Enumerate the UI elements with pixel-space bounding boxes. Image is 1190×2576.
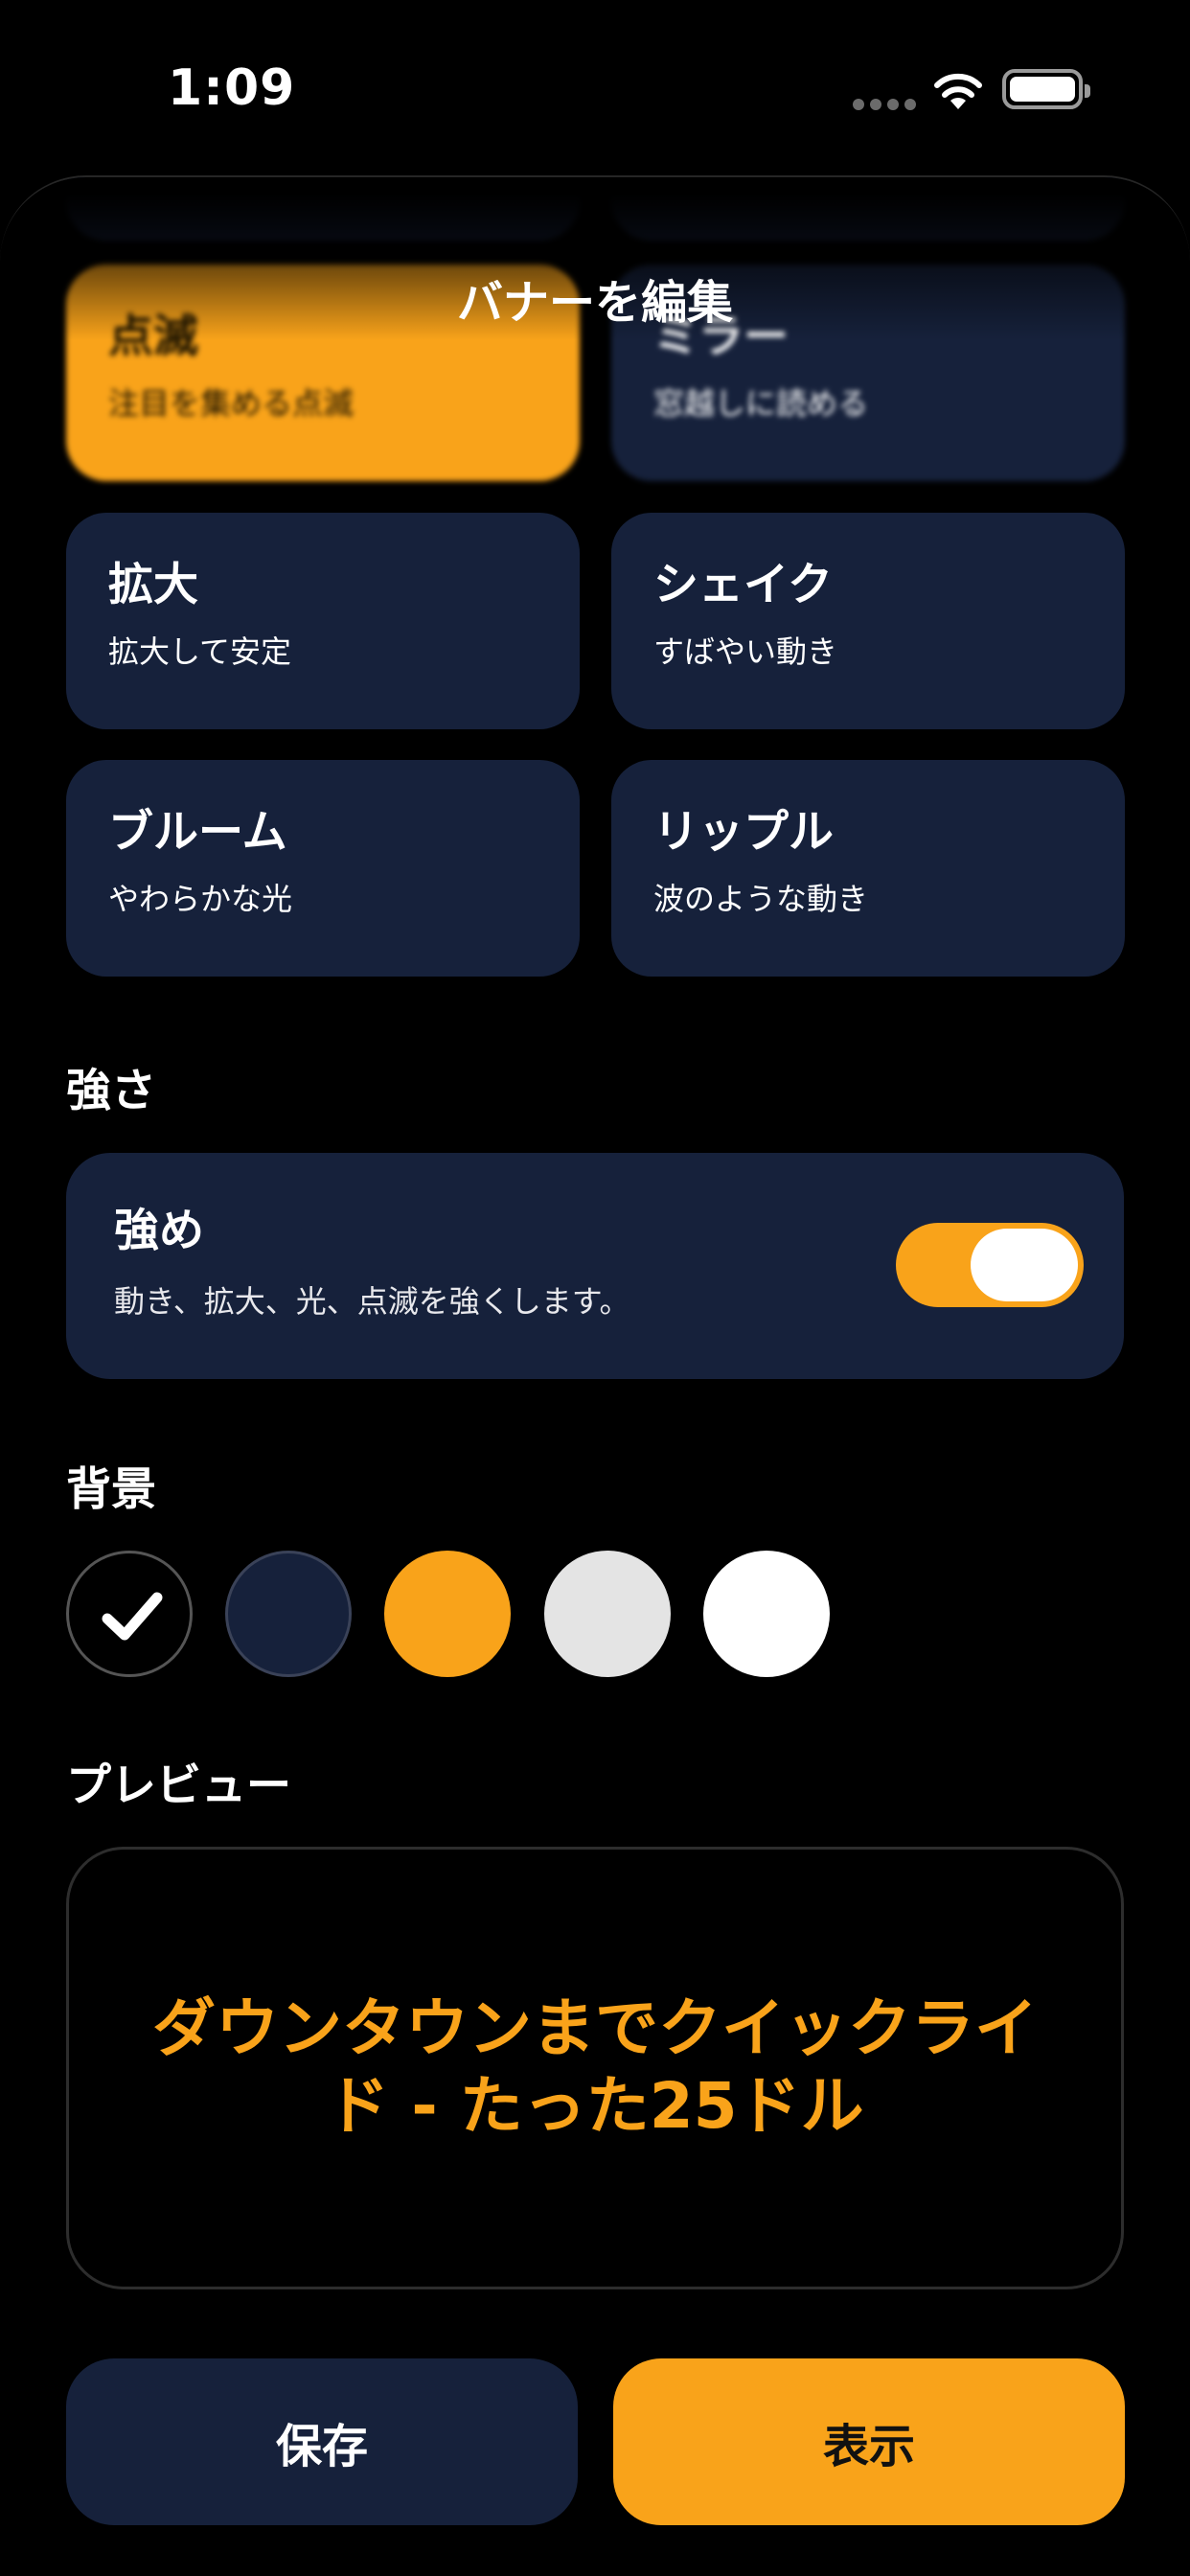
edit-banner-sheet: バナーを編集 点滅 注目を集める点滅 ミラー 窓越しに読める 拡大 拡大して安定…: [0, 175, 1190, 2576]
preview-text: ダウンタウンまでクイックライド - たった25ドル: [152, 1991, 1038, 2143]
effect-card-ripple[interactable]: リップル 波のような動き: [611, 760, 1125, 977]
cellular-signal-icon: [853, 99, 916, 110]
intensity-card: 強め 動き、拡大、光、点滅を強くします。: [66, 1153, 1124, 1379]
intensity-section-label: 強さ: [66, 1065, 156, 1117]
effect-card-bloom[interactable]: ブルーム やわらかな光: [66, 760, 580, 977]
show-button[interactable]: 表示: [613, 2358, 1125, 2525]
effect-card-hidden-right[interactable]: [611, 177, 1125, 241]
effect-card-shake[interactable]: シェイク すばやい動き: [611, 513, 1125, 729]
effect-subtitle: 注目を集める点滅: [108, 385, 355, 422]
effect-title: シェイク: [653, 559, 834, 611]
background-section-label: 背景: [66, 1463, 156, 1516]
battery-icon: [1002, 69, 1090, 109]
effect-subtitle: 波のような動き: [653, 881, 869, 917]
swatch-navy[interactable]: [225, 1551, 352, 1677]
effect-title: リップル: [653, 806, 834, 859]
sheet-title: バナーを編集: [456, 276, 733, 330]
effect-subtitle: 窓越しに読める: [653, 385, 869, 422]
swatch-black[interactable]: [66, 1551, 193, 1677]
intensity-toggle[interactable]: [896, 1223, 1084, 1307]
effect-title: 拡大: [108, 559, 198, 611]
swatch-white[interactable]: [703, 1551, 830, 1677]
effect-title: ブルーム: [108, 806, 287, 859]
swatch-orange[interactable]: [384, 1551, 511, 1677]
wifi-icon: [934, 73, 982, 109]
effect-card-hidden-left[interactable]: [66, 177, 580, 241]
checkmark-icon: [102, 1592, 163, 1641]
effect-subtitle: やわらかな光: [108, 881, 293, 917]
banner-preview: ダウンタウンまでクイックライド - たった25ドル: [66, 1847, 1124, 2289]
preview-section-label: プレビュー: [66, 1760, 291, 1812]
effect-card-zoom[interactable]: 拡大 拡大して安定: [66, 513, 580, 729]
save-button[interactable]: 保存: [66, 2358, 578, 2525]
status-time: 1:09: [168, 59, 296, 117]
toggle-knob: [971, 1229, 1078, 1301]
swatch-light-gray[interactable]: [544, 1551, 671, 1677]
effect-subtitle: 拡大して安定: [108, 633, 292, 670]
effect-subtitle: すばやい動き: [653, 633, 838, 670]
